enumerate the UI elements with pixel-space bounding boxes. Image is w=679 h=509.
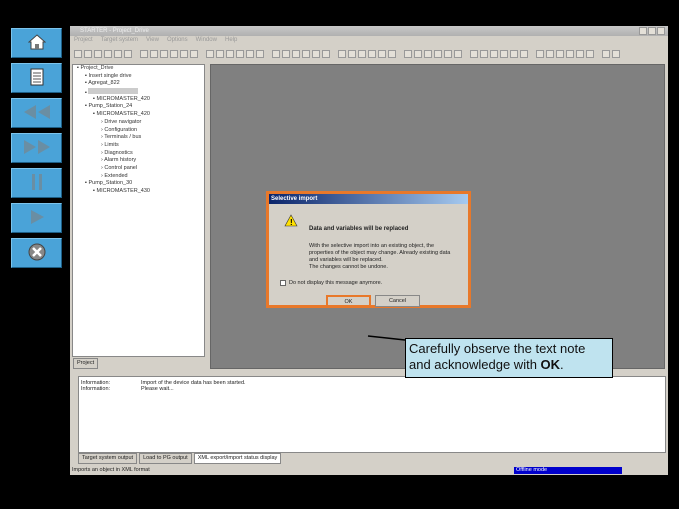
callout-end: . bbox=[560, 357, 564, 372]
callout-pointer bbox=[367, 335, 406, 341]
instruction-callout: Carefully observe the text note and ackn… bbox=[405, 338, 613, 378]
callout-bold: OK bbox=[540, 357, 561, 372]
